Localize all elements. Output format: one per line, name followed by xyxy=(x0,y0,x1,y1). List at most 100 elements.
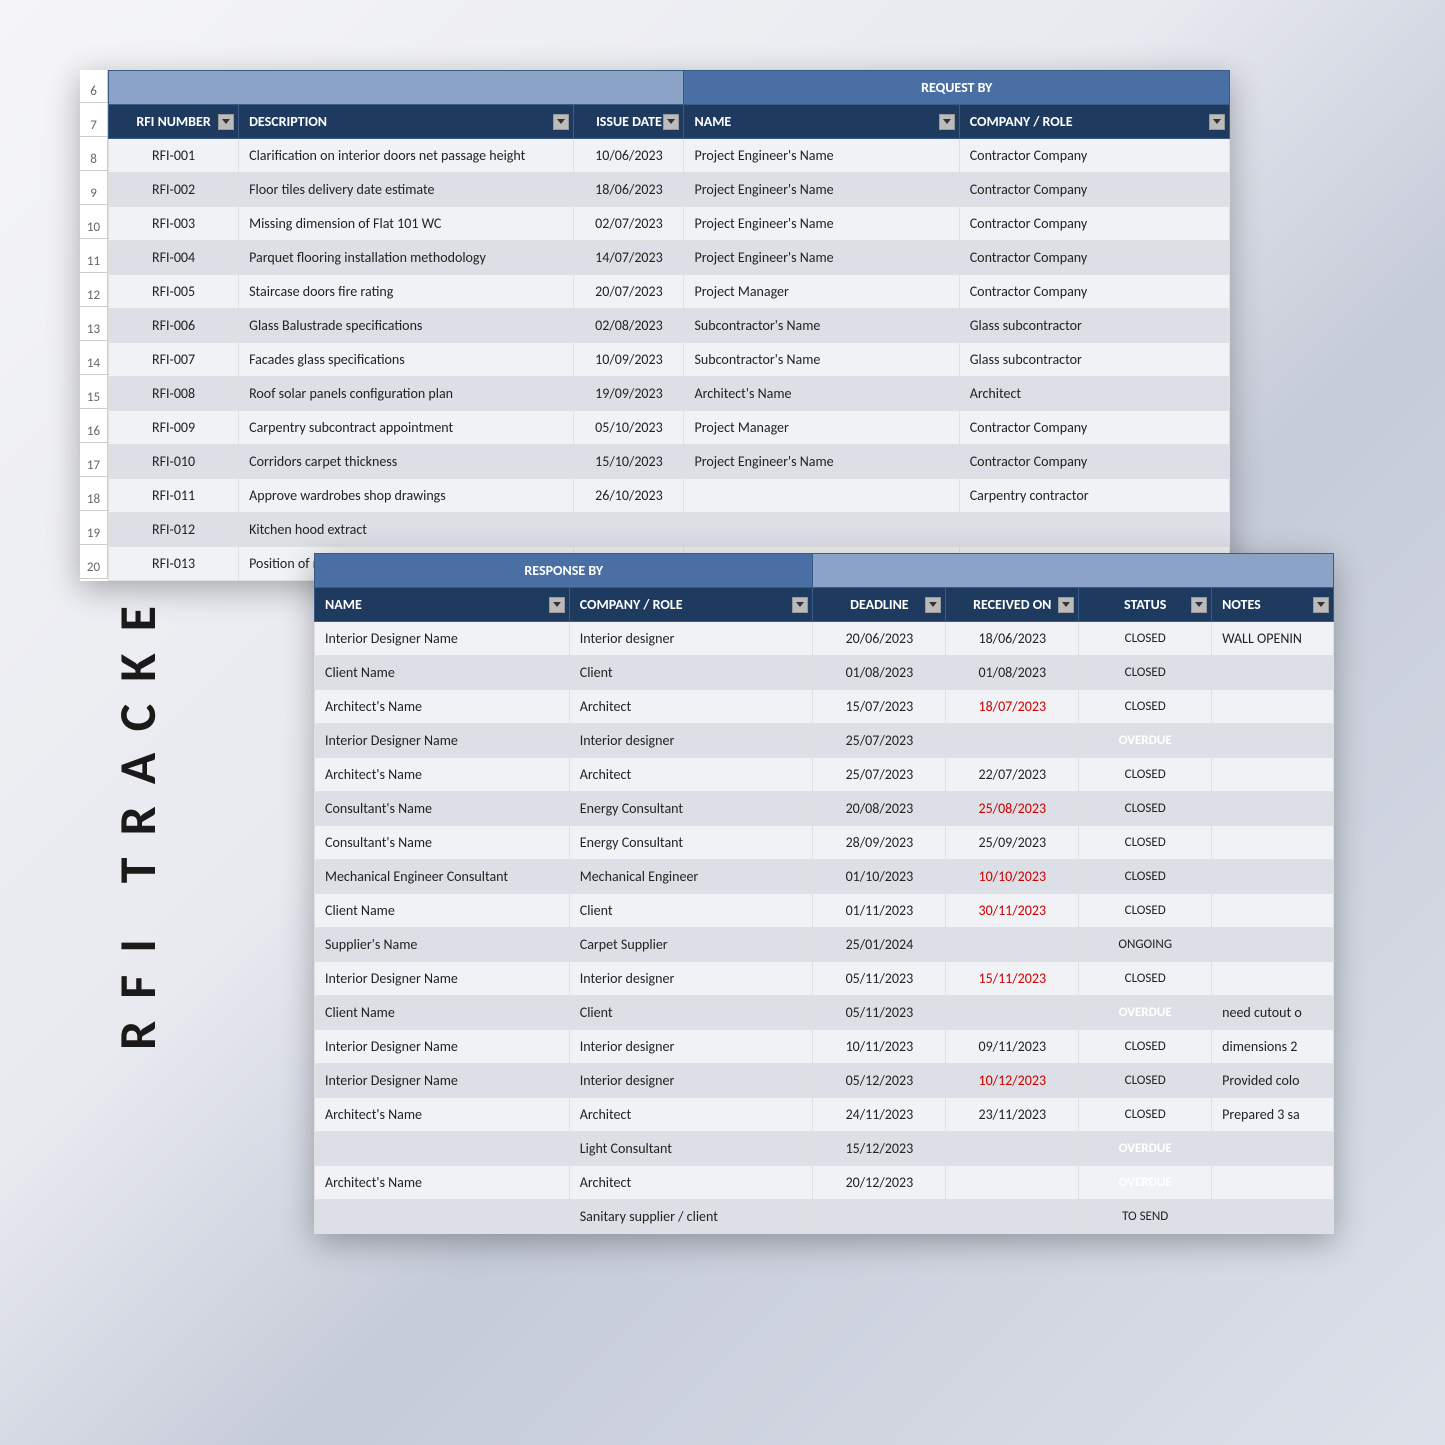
cell-name[interactable]: Project Engineer's Name xyxy=(684,445,959,479)
cell-received[interactable] xyxy=(946,1132,1079,1166)
cell-rfi[interactable]: RFI-003 xyxy=(109,207,239,241)
cell-name[interactable]: Project Manager xyxy=(684,275,959,309)
cell-rfi[interactable]: RFI-001 xyxy=(109,139,239,173)
cell-notes[interactable]: WALL OPENIN xyxy=(1212,622,1334,656)
cell-received[interactable]: 10/10/2023 xyxy=(946,860,1079,894)
cell-deadline[interactable]: 20/06/2023 xyxy=(813,622,946,656)
cell-notes[interactable] xyxy=(1212,724,1334,758)
cell-deadline[interactable]: 25/07/2023 xyxy=(813,758,946,792)
cell-notes[interactable] xyxy=(1212,792,1334,826)
cell-company[interactable]: Interior designer xyxy=(569,1030,813,1064)
cell-company[interactable] xyxy=(959,513,1229,547)
cell-desc[interactable]: Staircase doors fire rating xyxy=(239,275,574,309)
cell-notes[interactable] xyxy=(1212,1132,1334,1166)
cell-desc[interactable]: Clarification on interior doors net pass… xyxy=(239,139,574,173)
cell-desc[interactable]: Approve wardrobes shop drawings xyxy=(239,479,574,513)
cell-date[interactable]: 10/09/2023 xyxy=(574,343,684,377)
cell-notes[interactable] xyxy=(1212,1200,1334,1234)
filter-icon[interactable] xyxy=(1209,114,1225,130)
status-badge[interactable]: CLOSED xyxy=(1079,792,1212,826)
cell-notes[interactable] xyxy=(1212,758,1334,792)
cell-company[interactable]: Interior designer xyxy=(569,1064,813,1098)
cell-name[interactable]: Project Engineer's Name xyxy=(684,139,959,173)
cell-notes[interactable] xyxy=(1212,1166,1334,1200)
cell-name[interactable]: Project Manager xyxy=(684,411,959,445)
cell-desc[interactable]: Missing dimension of Flat 101 WC xyxy=(239,207,574,241)
cell-company[interactable]: Mechanical Engineer xyxy=(569,860,813,894)
cell-received[interactable]: 18/06/2023 xyxy=(946,622,1079,656)
cell-desc[interactable]: Kitchen hood extract xyxy=(239,513,574,547)
cell-company[interactable]: Architect xyxy=(569,758,813,792)
cell-notes[interactable] xyxy=(1212,928,1334,962)
status-badge[interactable]: CLOSED xyxy=(1079,860,1212,894)
cell-date[interactable]: 10/06/2023 xyxy=(574,139,684,173)
cell-received[interactable]: 10/12/2023 xyxy=(946,1064,1079,1098)
cell-date[interactable]: 19/09/2023 xyxy=(574,377,684,411)
cell-date[interactable] xyxy=(574,513,684,547)
cell-name[interactable]: Project Engineer's Name xyxy=(684,207,959,241)
status-badge[interactable]: CLOSED xyxy=(1079,656,1212,690)
cell-company[interactable]: Architect xyxy=(569,1166,813,1200)
cell-name[interactable] xyxy=(684,513,959,547)
cell-deadline[interactable]: 25/07/2023 xyxy=(813,724,946,758)
cell-received[interactable] xyxy=(946,996,1079,1030)
cell-received[interactable]: 15/11/2023 xyxy=(946,962,1079,996)
cell-deadline[interactable]: 24/11/2023 xyxy=(813,1098,946,1132)
cell-name[interactable]: Architect's Name xyxy=(315,1166,570,1200)
column-header[interactable]: NAME xyxy=(315,588,570,622)
cell-name[interactable]: Subcontractor's Name xyxy=(684,343,959,377)
cell-name[interactable]: Subcontractor's Name xyxy=(684,309,959,343)
status-badge[interactable]: OVERDUE xyxy=(1079,1132,1212,1166)
cell-received[interactable] xyxy=(946,1166,1079,1200)
cell-company[interactable]: Contractor Company xyxy=(959,207,1229,241)
filter-icon[interactable] xyxy=(939,114,955,130)
cell-date[interactable]: 02/07/2023 xyxy=(574,207,684,241)
status-badge[interactable]: CLOSED xyxy=(1079,1030,1212,1064)
cell-company[interactable]: Glass subcontractor xyxy=(959,309,1229,343)
cell-desc[interactable]: Parquet flooring installation methodolog… xyxy=(239,241,574,275)
column-header[interactable]: ISSUE DATE xyxy=(574,105,684,139)
status-badge[interactable]: OVERDUE xyxy=(1079,1166,1212,1200)
cell-name[interactable]: Consultant's Name xyxy=(315,826,570,860)
cell-name[interactable]: Interior Designer Name xyxy=(315,1030,570,1064)
status-badge[interactable]: CLOSED xyxy=(1079,894,1212,928)
cell-received[interactable]: 22/07/2023 xyxy=(946,758,1079,792)
cell-desc[interactable]: Corridors carpet thickness xyxy=(239,445,574,479)
column-header[interactable]: STATUS xyxy=(1079,588,1212,622)
filter-icon[interactable] xyxy=(663,114,679,130)
cell-company[interactable]: Client xyxy=(569,656,813,690)
cell-deadline[interactable]: 25/01/2024 xyxy=(813,928,946,962)
cell-deadline[interactable]: 05/12/2023 xyxy=(813,1064,946,1098)
cell-received[interactable]: 01/08/2023 xyxy=(946,656,1079,690)
cell-name[interactable]: Architect's Name xyxy=(684,377,959,411)
cell-date[interactable]: 18/06/2023 xyxy=(574,173,684,207)
cell-deadline[interactable]: 01/10/2023 xyxy=(813,860,946,894)
cell-notes[interactable] xyxy=(1212,894,1334,928)
cell-notes[interactable]: need cutout o xyxy=(1212,996,1334,1030)
status-badge[interactable]: CLOSED xyxy=(1079,1098,1212,1132)
cell-name[interactable]: Project Engineer's Name xyxy=(684,173,959,207)
cell-name[interactable] xyxy=(684,479,959,513)
status-badge[interactable]: CLOSED xyxy=(1079,962,1212,996)
filter-icon[interactable] xyxy=(792,597,808,613)
cell-name[interactable]: Architect's Name xyxy=(315,690,570,724)
cell-company[interactable]: Carpet Supplier xyxy=(569,928,813,962)
cell-deadline[interactable]: 15/12/2023 xyxy=(813,1132,946,1166)
cell-deadline[interactable]: 05/11/2023 xyxy=(813,962,946,996)
cell-desc[interactable]: Carpentry subcontract appointment xyxy=(239,411,574,445)
column-header[interactable]: COMPANY / ROLE xyxy=(959,105,1229,139)
cell-company[interactable]: Interior designer xyxy=(569,724,813,758)
cell-company[interactable]: Carpentry contractor xyxy=(959,479,1229,513)
status-badge[interactable]: CLOSED xyxy=(1079,690,1212,724)
cell-desc[interactable]: Glass Balustrade specifications xyxy=(239,309,574,343)
cell-date[interactable]: 20/07/2023 xyxy=(574,275,684,309)
cell-company[interactable]: Energy Consultant xyxy=(569,792,813,826)
status-badge[interactable]: CLOSED xyxy=(1079,826,1212,860)
cell-rfi[interactable]: RFI-006 xyxy=(109,309,239,343)
cell-name[interactable]: Interior Designer Name xyxy=(315,622,570,656)
cell-deadline[interactable]: 05/11/2023 xyxy=(813,996,946,1030)
cell-rfi[interactable]: RFI-004 xyxy=(109,241,239,275)
status-badge[interactable]: ONGOING xyxy=(1079,928,1212,962)
filter-icon[interactable] xyxy=(549,597,565,613)
cell-notes[interactable] xyxy=(1212,860,1334,894)
